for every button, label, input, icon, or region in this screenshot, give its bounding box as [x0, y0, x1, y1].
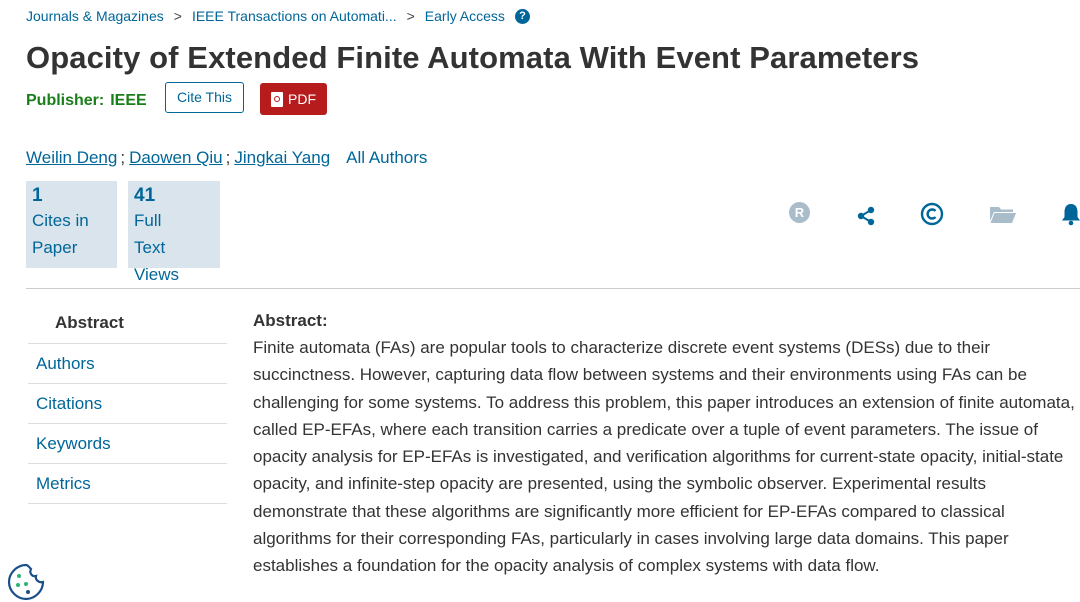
views-label-line: Text — [134, 238, 166, 257]
rights-r-icon[interactable]: R — [789, 202, 810, 223]
author-list: Weilin Deng; Daowen Qiu; Jingkai Yang All A… — [26, 148, 427, 168]
cookie-icon[interactable] — [6, 562, 46, 602]
breadcrumb-separator: > — [173, 8, 182, 24]
pdf-button-label: PDF — [288, 91, 316, 107]
pdf-button[interactable]: PDF — [260, 83, 327, 115]
cites-label-line: Paper — [32, 238, 78, 257]
author-separator: ; — [225, 148, 231, 167]
breadcrumb-separator: > — [406, 8, 415, 24]
cites-count: 1 — [32, 185, 43, 206]
share-icon[interactable] — [856, 202, 876, 226]
side-nav-citations[interactable]: Citations — [28, 384, 227, 424]
side-nav-abstract[interactable]: Abstract — [28, 302, 227, 344]
folder-icon[interactable] — [989, 202, 1017, 226]
author-separator: ; — [120, 148, 126, 167]
breadcrumb-early-access[interactable]: Early Access — [425, 8, 505, 24]
breadcrumb: Journals & Magazines > IEEE Transactions… — [26, 6, 530, 26]
views-label-line: Views — [134, 265, 180, 284]
abstract-heading: Abstract: — [253, 311, 328, 330]
cites-in-paper-metric[interactable]: 1 Cites in Paper — [26, 181, 117, 268]
copyright-icon[interactable] — [920, 202, 944, 226]
question-circle-icon[interactable]: ? — [514, 8, 530, 24]
publisher-name: IEEE — [110, 92, 147, 109]
cite-this-button[interactable]: Cite This — [165, 82, 244, 113]
side-nav-authors[interactable]: Authors — [28, 344, 227, 384]
cites-label-line: Cites in — [32, 211, 89, 230]
breadcrumb-journals-magazines[interactable]: Journals & Magazines — [26, 8, 164, 24]
publisher-label: Publisher: — [26, 92, 105, 109]
publisher-info: Publisher: IEEE — [26, 92, 147, 110]
abstract-text: Finite automata (FAs) are popular tools … — [253, 338, 1075, 576]
views-count: 41 — [134, 185, 156, 206]
full-text-views-metric[interactable]: 41 Full Text Views — [128, 181, 220, 284]
breadcrumb-journal[interactable]: IEEE Transactions on Automati... — [192, 8, 397, 24]
bell-icon[interactable] — [1060, 202, 1080, 226]
side-nav-keywords[interactable]: Keywords — [28, 424, 227, 464]
article-side-nav: Abstract Authors Citations Keywords Metr… — [28, 302, 227, 504]
author-link-daowen-qiu[interactable]: Daowen Qiu — [129, 148, 223, 167]
author-link-weilin-deng[interactable]: Weilin Deng — [26, 148, 117, 167]
author-link-jingkai-yang[interactable]: Jingkai Yang — [234, 148, 330, 167]
page-title: Opacity of Extended Finite Automata With… — [26, 40, 920, 75]
pdf-file-icon — [271, 91, 283, 107]
side-nav-metrics[interactable]: Metrics — [28, 464, 227, 504]
section-divider — [26, 288, 1080, 289]
all-authors-link[interactable]: All Authors — [346, 148, 427, 167]
views-label-line: Full — [134, 211, 162, 230]
